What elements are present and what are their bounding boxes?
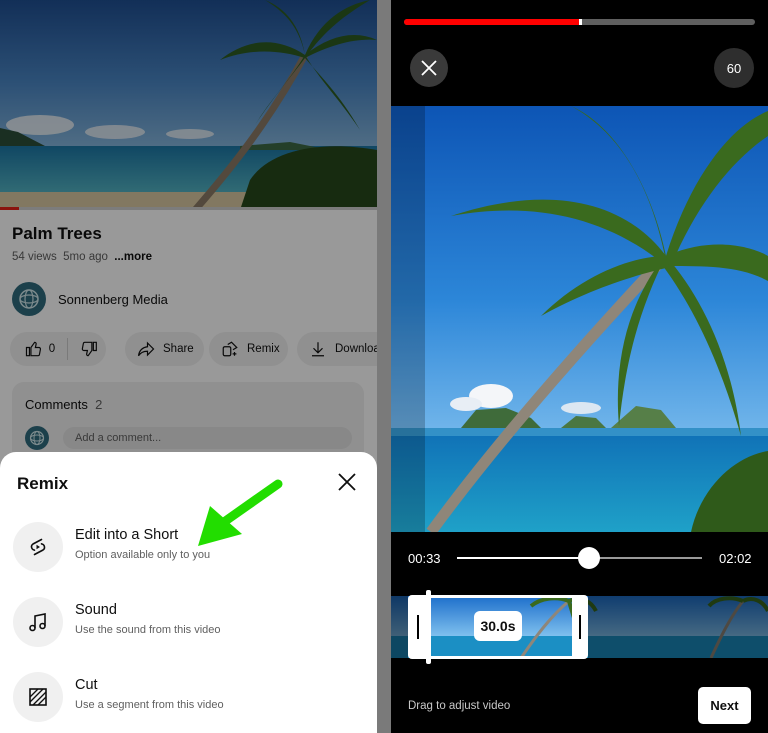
option-icon-circle — [13, 597, 63, 647]
green-pointer-arrow-icon — [198, 479, 283, 546]
option-subtitle: Use a segment from this video — [75, 699, 224, 711]
short-duration-button[interactable]: 60 — [714, 48, 754, 88]
option-title: Cut — [75, 677, 98, 693]
short-length-progress-fill — [404, 19, 580, 25]
panel-divider — [377, 0, 391, 733]
close-editor-button[interactable] — [410, 49, 448, 87]
option-sound[interactable]: Sound Use the sound from this video — [0, 592, 377, 656]
timeline-playhead[interactable] — [426, 590, 431, 664]
selection-duration-badge: 30.0s — [474, 611, 522, 641]
shorts-icon — [30, 538, 46, 556]
video-watch-page: Palm Trees 54 views 5mo ago ...more Sonn… — [0, 0, 377, 733]
cut-icon — [29, 688, 47, 706]
music-note-icon — [29, 613, 46, 632]
scrubber-track[interactable] — [457, 547, 702, 569]
option-subtitle: Use the sound from this video — [75, 624, 221, 636]
remix-bottom-sheet: Remix Edit into a Short Option available… — [0, 452, 377, 733]
total-time: 02:02 — [719, 551, 752, 566]
option-cut[interactable]: Cut Use a segment from this video — [0, 667, 377, 731]
palm-tree-preview-image — [391, 106, 768, 532]
next-button[interactable]: Next — [698, 687, 751, 724]
drag-hint: Drag to adjust video — [408, 700, 511, 712]
option-edit-into-short[interactable]: Edit into a Short Option available only … — [0, 517, 377, 581]
scrubber-fill — [457, 557, 590, 559]
sheet-title: Remix — [17, 474, 69, 493]
trim-handle-right[interactable] — [579, 615, 581, 639]
scrubber-knob[interactable] — [578, 547, 601, 569]
short-length-progress-bar — [404, 19, 755, 25]
current-time: 00:33 — [408, 551, 441, 566]
trim-handle-left[interactable] — [417, 615, 419, 639]
video-preview — [391, 106, 768, 532]
option-icon-circle — [13, 522, 63, 572]
short-editor: 60 00:33 02:02 30.0s Drag to adjust vide… — [391, 0, 768, 733]
option-icon-circle — [13, 672, 63, 722]
option-title: Edit into a Short — [75, 527, 179, 543]
close-sheet-button[interactable] — [335, 470, 359, 494]
close-icon — [421, 60, 437, 76]
option-title: Sound — [75, 602, 117, 618]
short-length-progress-marker — [578, 19, 582, 25]
close-icon — [338, 473, 356, 491]
